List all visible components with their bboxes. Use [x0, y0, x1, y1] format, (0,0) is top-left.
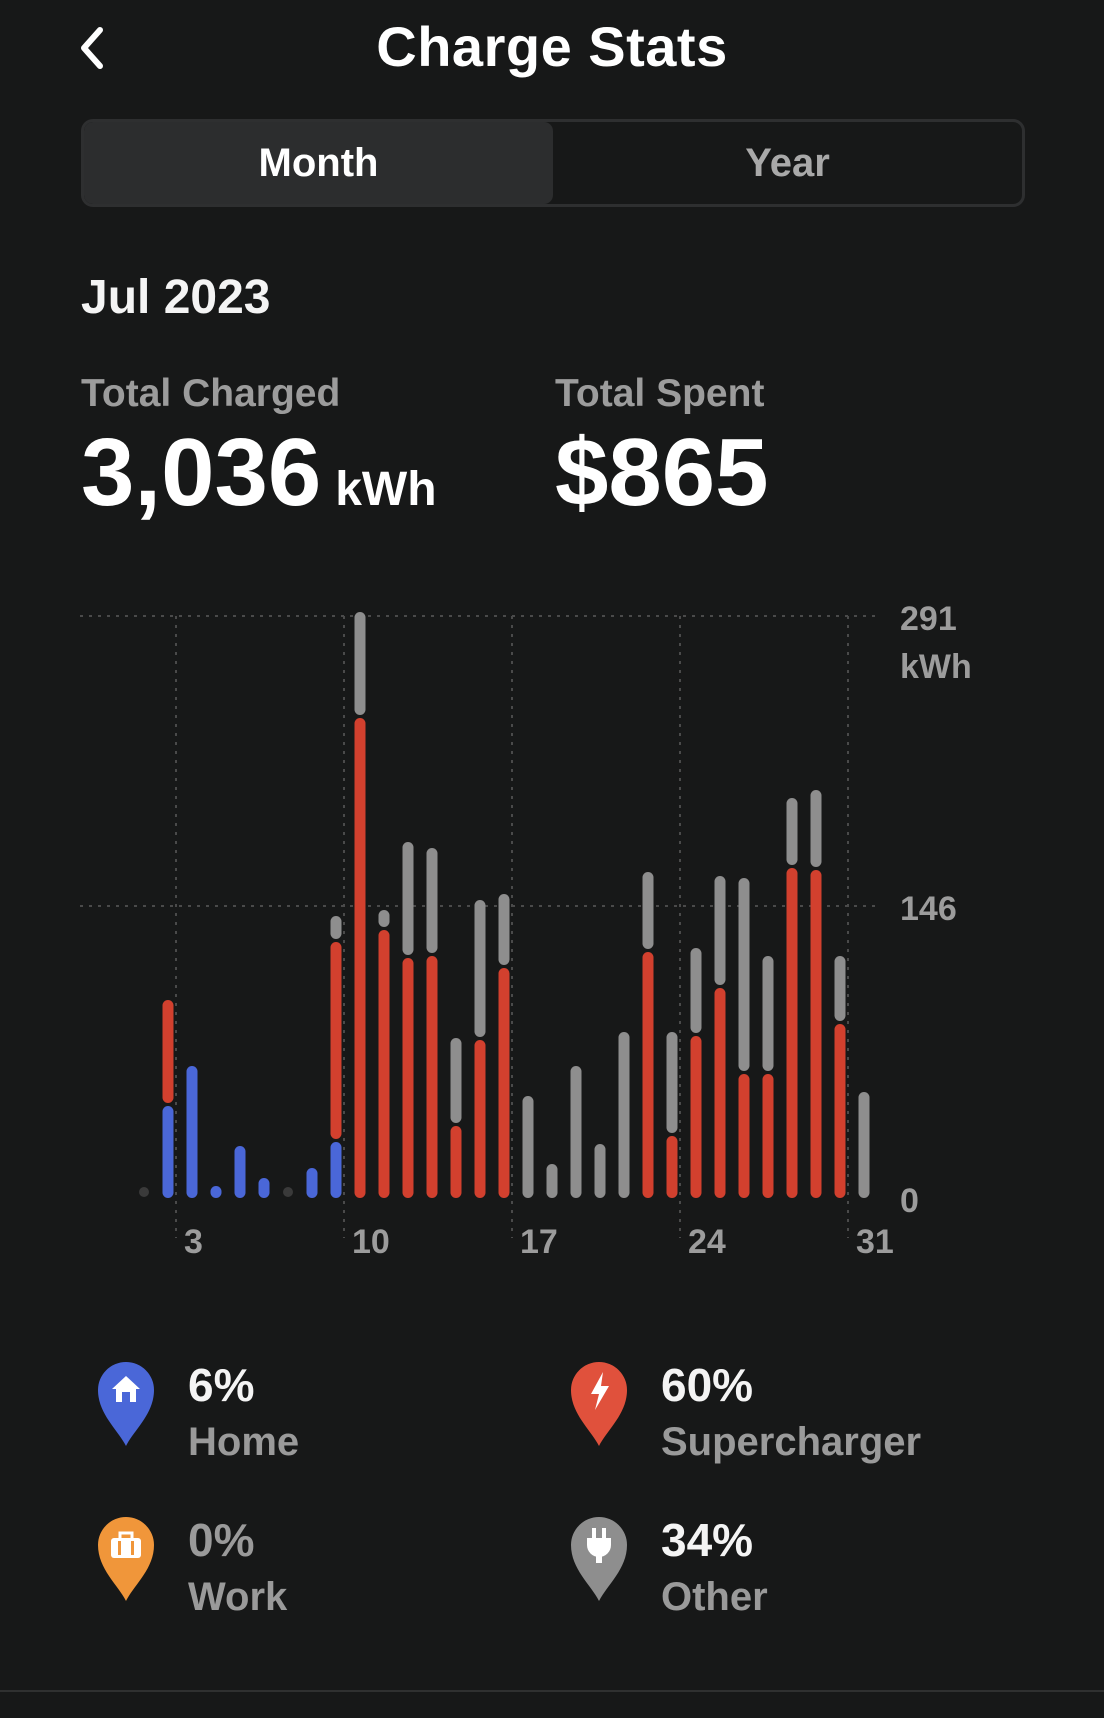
bar-home-day-3 [186, 1066, 198, 1198]
bar-other-day-18 [546, 1164, 558, 1198]
bar-supercharger-day-24 [690, 1036, 702, 1198]
empty-day-dot-1 [139, 1187, 149, 1197]
bar-other-day-30 [834, 956, 846, 1021]
bar-other-day-21 [618, 1032, 630, 1198]
bar-home-day-9 [330, 1142, 342, 1198]
bottom-divider [0, 1690, 1104, 1692]
bar-supercharger-day-29 [810, 870, 822, 1198]
bar-home-day-5 [234, 1146, 246, 1198]
bar-supercharger-day-16 [498, 968, 510, 1198]
bar-other-day-15 [474, 900, 486, 1037]
bar-other-day-28 [786, 798, 798, 865]
bar-other-day-26 [738, 878, 750, 1071]
legend-work-name: Work [188, 1575, 288, 1619]
bar-other-day-31 [858, 1092, 870, 1198]
bar-other-day-19 [570, 1066, 582, 1198]
header: Charge Stats [0, 0, 1104, 100]
y-tick-label: 0 [900, 1182, 919, 1220]
total-charged-value: 3,036 kWh [81, 425, 437, 521]
daily-charge-chart: 0 146 291 kWh 3 10 17 24 31 [80, 600, 972, 1261]
bar-other-day-17 [522, 1096, 534, 1198]
lightning-icon [571, 1362, 627, 1446]
x-tick-label: 31 [856, 1223, 894, 1261]
bar-other-day-16 [498, 894, 510, 965]
x-tick-label: 17 [520, 1223, 558, 1261]
bar-supercharger-day-10 [354, 718, 366, 1198]
x-tick-label: 3 [184, 1223, 203, 1261]
bar-other-day-20 [594, 1144, 606, 1198]
bar-other-day-10 [354, 612, 366, 715]
bar-other-day-12 [402, 842, 414, 955]
bar-home-day-2 [162, 1106, 174, 1198]
bar-supercharger-day-27 [762, 1074, 774, 1198]
bar-other-day-11 [378, 910, 390, 927]
bar-supercharger-day-26 [738, 1074, 750, 1198]
bar-other-day-27 [762, 956, 774, 1071]
home-icon [98, 1362, 154, 1446]
period-toggle: Month Year [81, 119, 1025, 207]
bar-supercharger-day-30 [834, 1024, 846, 1198]
bar-supercharger-day-15 [474, 1040, 486, 1198]
bar-supercharger-day-2 [162, 1000, 174, 1103]
legend-home-name: Home [188, 1420, 300, 1464]
bar-supercharger-day-28 [786, 868, 798, 1198]
legend-other: 34% Other [569, 1513, 989, 1633]
bar-supercharger-day-14 [450, 1126, 462, 1198]
bar-home-day-6 [258, 1178, 270, 1198]
total-spent-value: $865 [555, 419, 769, 526]
legend-work-pct: 0% [188, 1514, 255, 1566]
legend-home: 6% Home [96, 1358, 516, 1478]
x-tick-label: 24 [688, 1223, 726, 1261]
total-charged-unit: kWh [335, 463, 437, 516]
legend-supercharger: 60% Supercharger [569, 1358, 989, 1478]
tab-year[interactable]: Year [553, 122, 1022, 204]
bar-other-day-25 [714, 876, 726, 985]
bar-other-day-23 [666, 1032, 678, 1133]
plug-icon [571, 1517, 627, 1601]
bar-other-day-24 [690, 948, 702, 1033]
bar-other-day-9 [330, 916, 342, 939]
legend-supercharger-pct: 60% [661, 1359, 754, 1411]
y-unit-label: kWh [900, 648, 972, 686]
legend-other-name: Other [661, 1575, 768, 1619]
period-label: Jul 2023 [81, 271, 271, 324]
page-title: Charge Stats [376, 15, 728, 78]
tab-month[interactable]: Month [84, 122, 553, 204]
y-tick-label: 146 [900, 890, 957, 928]
legend-home-pct: 6% [188, 1359, 255, 1411]
bar-other-day-14 [450, 1038, 462, 1123]
legend-other-pct: 34% [661, 1514, 754, 1566]
bar-supercharger-day-13 [426, 956, 438, 1198]
total-charged-number: 3,036 [81, 419, 322, 526]
bar-supercharger-day-25 [714, 988, 726, 1198]
y-tick-label: 291 [900, 600, 957, 638]
bar-supercharger-day-12 [402, 958, 414, 1198]
bar-supercharger-day-23 [666, 1136, 678, 1198]
bar-other-day-13 [426, 848, 438, 953]
total-charged-label: Total Charged [81, 372, 341, 415]
bar-home-day-4 [210, 1186, 222, 1198]
briefcase-icon [98, 1517, 154, 1601]
bar-other-day-22 [642, 872, 654, 949]
bar-home-day-8 [306, 1168, 318, 1198]
bar-supercharger-day-11 [378, 930, 390, 1198]
x-tick-label: 10 [352, 1223, 390, 1261]
bar-other-day-29 [810, 790, 822, 867]
bar-supercharger-day-9 [330, 942, 342, 1139]
empty-day-dot-7 [283, 1187, 293, 1197]
legend-supercharger-name: Supercharger [661, 1420, 922, 1464]
legend-work: 0% Work [96, 1513, 516, 1633]
total-spent-label: Total Spent [555, 372, 765, 415]
bar-supercharger-day-22 [642, 952, 654, 1198]
